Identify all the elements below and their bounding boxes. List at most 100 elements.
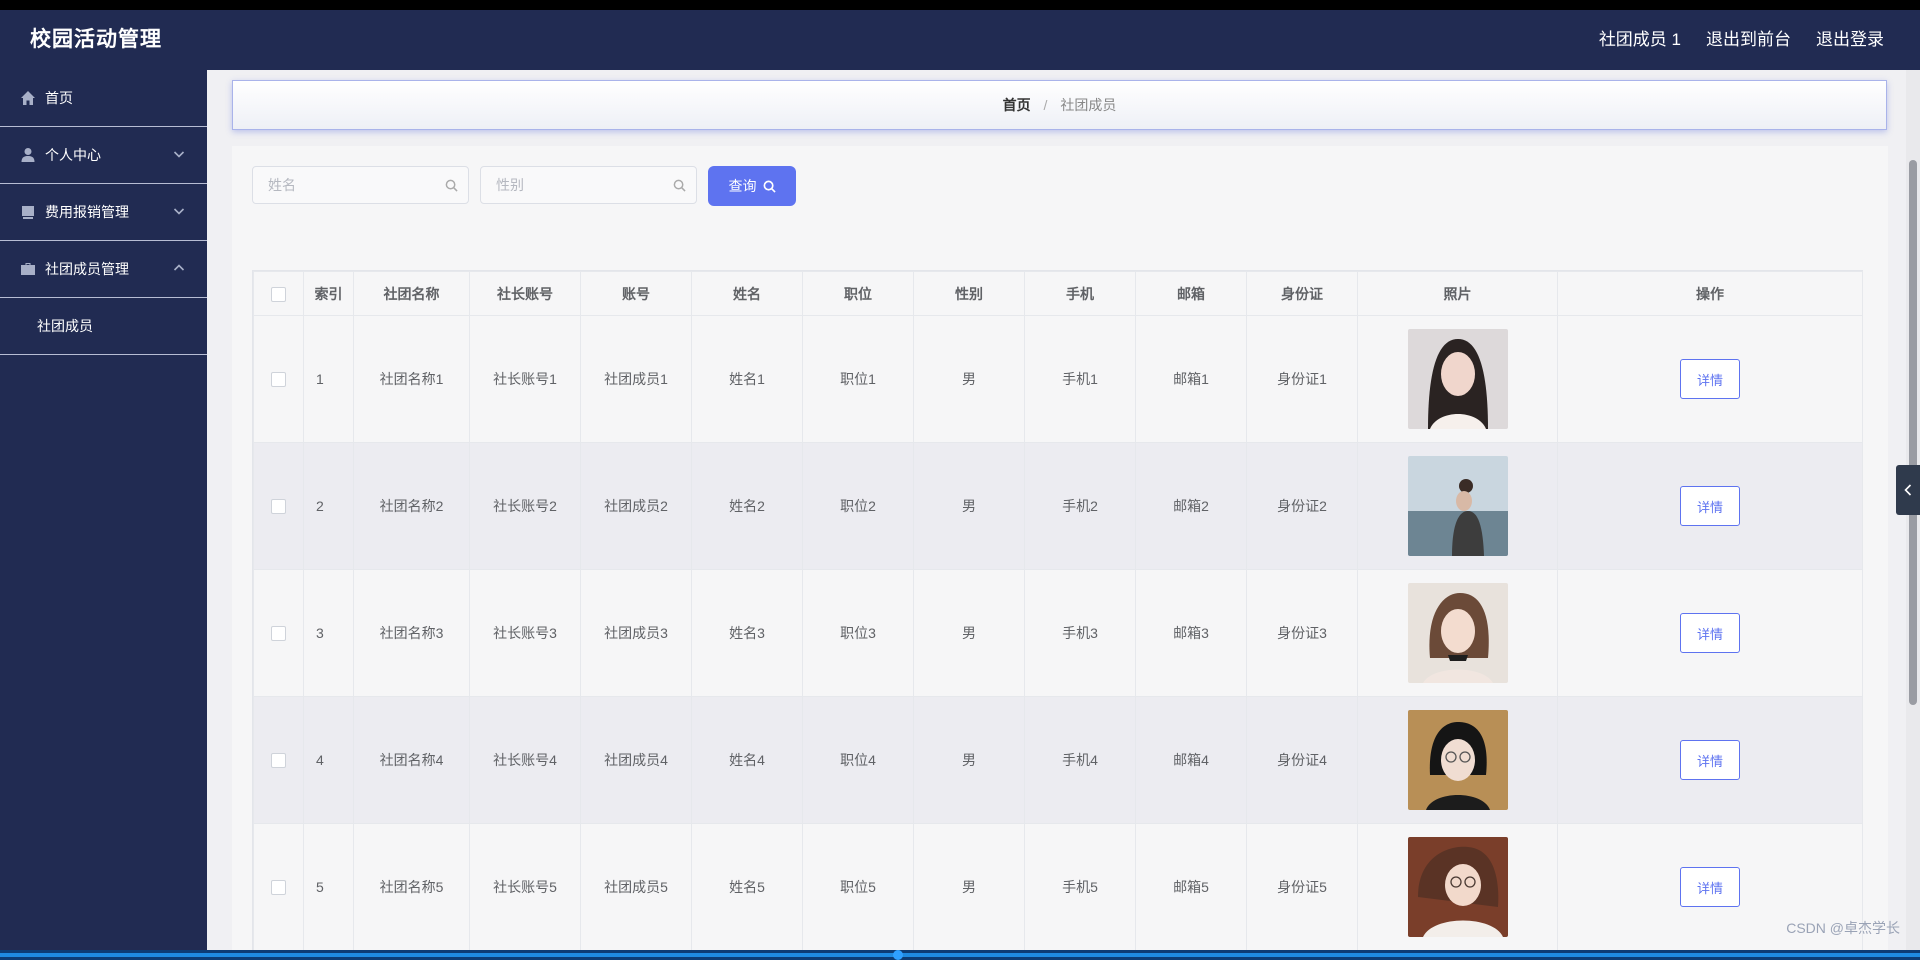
chevron-left-icon — [1904, 484, 1912, 496]
column-header[interactable]: 手机 — [1024, 271, 1136, 316]
name-cell: 姓名2 — [691, 442, 803, 570]
gender-search-input[interactable] — [481, 167, 681, 203]
document-icon — [22, 206, 34, 219]
sidebar-item-home[interactable]: 首页 — [0, 70, 207, 127]
photo-cell — [1357, 569, 1558, 697]
row-select-cell — [253, 569, 304, 697]
gender-search-box — [480, 166, 697, 204]
column-header[interactable]: 索引 — [303, 271, 354, 316]
member-photo[interactable] — [1407, 456, 1508, 556]
gender-cell: 男 — [913, 696, 1025, 824]
select-all-checkbox[interactable] — [271, 286, 286, 302]
position-cell: 职位1 — [802, 315, 914, 443]
breadcrumb-current: 社团成员 — [1060, 97, 1117, 113]
id-card-cell: 身份证3 — [1246, 569, 1358, 697]
column-header[interactable]: 账号 — [580, 271, 692, 316]
id-card-cell: 身份证4 — [1246, 696, 1358, 824]
photo-cell — [1357, 696, 1558, 824]
column-header[interactable]: 社长账号 — [469, 271, 581, 316]
row-checkbox[interactable] — [271, 499, 286, 515]
table-row[interactable]: 4 社团名称4 社长账号4 社团成员4 姓名4 职位4 男 手机4 邮箱4 身份… — [253, 696, 1863, 824]
table-row[interactable]: 5 社团名称5 社长账号5 社团成员5 姓名5 职位5 男 手机5 邮箱5 身份… — [253, 823, 1863, 950]
video-progress-bar — [0, 953, 1920, 957]
action-cell: 详情 — [1557, 315, 1863, 443]
club-name-cell: 社团名称5 — [353, 823, 470, 950]
scrollbar-thumb[interactable] — [1909, 160, 1917, 705]
column-header[interactable]: 邮箱 — [1135, 271, 1247, 316]
table-row[interactable]: 1 社团名称1 社长账号1 社团成员1 姓名1 职位1 男 手机1 邮箱1 身份… — [253, 315, 1863, 443]
photo-cell — [1357, 442, 1558, 570]
user-icon — [21, 148, 35, 162]
main-area: 首页 / 社团成员 查询 — [207, 70, 1920, 950]
photo-cell — [1357, 823, 1558, 950]
table-row[interactable]: 3 社团名称3 社长账号3 社团成员3 姓名3 职位3 男 手机3 邮箱3 身份… — [253, 569, 1863, 697]
sidebar-item-club-members[interactable]: 社团成员管理 — [0, 241, 207, 298]
name-search-box — [252, 166, 469, 204]
sidebar-item-label: 首页 — [45, 90, 73, 106]
photo-cell — [1357, 315, 1558, 443]
chevron-down-icon — [173, 208, 185, 215]
row-checkbox[interactable] — [271, 372, 286, 388]
account-cell: 社团成员4 — [580, 696, 692, 824]
row-select-cell — [253, 315, 304, 443]
email-cell: 邮箱4 — [1135, 696, 1247, 824]
phone-cell: 手机5 — [1024, 823, 1136, 950]
current-user-link[interactable]: 社团成员 1 — [1599, 10, 1681, 70]
column-header[interactable]: 职位 — [802, 271, 914, 316]
row-checkbox[interactable] — [271, 753, 286, 769]
club-name-cell: 社团名称4 — [353, 696, 470, 824]
logout-link[interactable]: 退出登录 — [1816, 10, 1884, 70]
account-cell: 社团成员1 — [580, 315, 692, 443]
name-cell: 姓名3 — [691, 569, 803, 697]
column-header[interactable]: 社团名称 — [353, 271, 470, 316]
column-header[interactable]: 性别 — [913, 271, 1025, 316]
breadcrumb-home[interactable]: 首页 — [1003, 97, 1031, 113]
phone-cell: 手机3 — [1024, 569, 1136, 697]
member-photo[interactable] — [1407, 837, 1508, 937]
phone-cell: 手机2 — [1024, 442, 1136, 570]
row-checkbox[interactable] — [271, 626, 286, 642]
video-progress-strip[interactable] — [0, 950, 1920, 960]
detail-button[interactable]: 详情 — [1680, 613, 1740, 653]
column-header[interactable]: 身份证 — [1246, 271, 1358, 316]
leader-account-cell: 社长账号4 — [469, 696, 581, 824]
sidebar-item-personal-center[interactable]: 个人中心 — [0, 127, 207, 184]
video-progress-knob[interactable] — [893, 950, 903, 960]
index-cell: 5 — [303, 823, 354, 950]
sidebar-item-label: 费用报销管理 — [45, 204, 129, 220]
sidebar-subitem-club-member[interactable]: 社团成员 — [0, 298, 207, 355]
gender-cell: 男 — [913, 569, 1025, 697]
search-icon — [673, 179, 686, 192]
leader-account-cell: 社长账号5 — [469, 823, 581, 950]
column-header[interactable]: 操作 — [1557, 271, 1863, 316]
action-cell: 详情 — [1557, 696, 1863, 824]
name-cell: 姓名4 — [691, 696, 803, 824]
detail-button[interactable]: 详情 — [1680, 359, 1740, 399]
account-cell: 社团成员5 — [580, 823, 692, 950]
detail-button[interactable]: 详情 — [1680, 740, 1740, 780]
index-cell: 1 — [303, 315, 354, 443]
member-photo[interactable] — [1407, 583, 1508, 683]
detail-button[interactable]: 详情 — [1680, 867, 1740, 907]
index-cell: 4 — [303, 696, 354, 824]
name-search-input[interactable] — [253, 167, 453, 203]
column-header[interactable]: 姓名 — [691, 271, 803, 316]
leader-account-cell: 社长账号3 — [469, 569, 581, 697]
back-to-front-link[interactable]: 退出到前台 — [1706, 10, 1791, 70]
action-cell: 详情 — [1557, 569, 1863, 697]
breadcrumb-separator: / — [1043, 97, 1048, 113]
row-checkbox[interactable] — [271, 880, 286, 896]
column-header[interactable]: 照片 — [1357, 271, 1558, 316]
email-cell: 邮箱5 — [1135, 823, 1247, 950]
chevron-up-icon — [173, 264, 185, 271]
name-cell: 姓名5 — [691, 823, 803, 950]
side-panel-toggle[interactable] — [1896, 465, 1920, 515]
query-button[interactable]: 查询 — [708, 166, 796, 206]
table-row[interactable]: 2 社团名称2 社长账号2 社团成员2 姓名2 职位2 男 手机2 邮箱2 身份… — [253, 442, 1863, 570]
member-photo[interactable] — [1407, 710, 1508, 810]
email-cell: 邮箱3 — [1135, 569, 1247, 697]
select-all-header — [253, 271, 304, 316]
member-photo[interactable] — [1407, 329, 1508, 429]
detail-button[interactable]: 详情 — [1680, 486, 1740, 526]
sidebar-item-expense[interactable]: 费用报销管理 — [0, 184, 207, 241]
